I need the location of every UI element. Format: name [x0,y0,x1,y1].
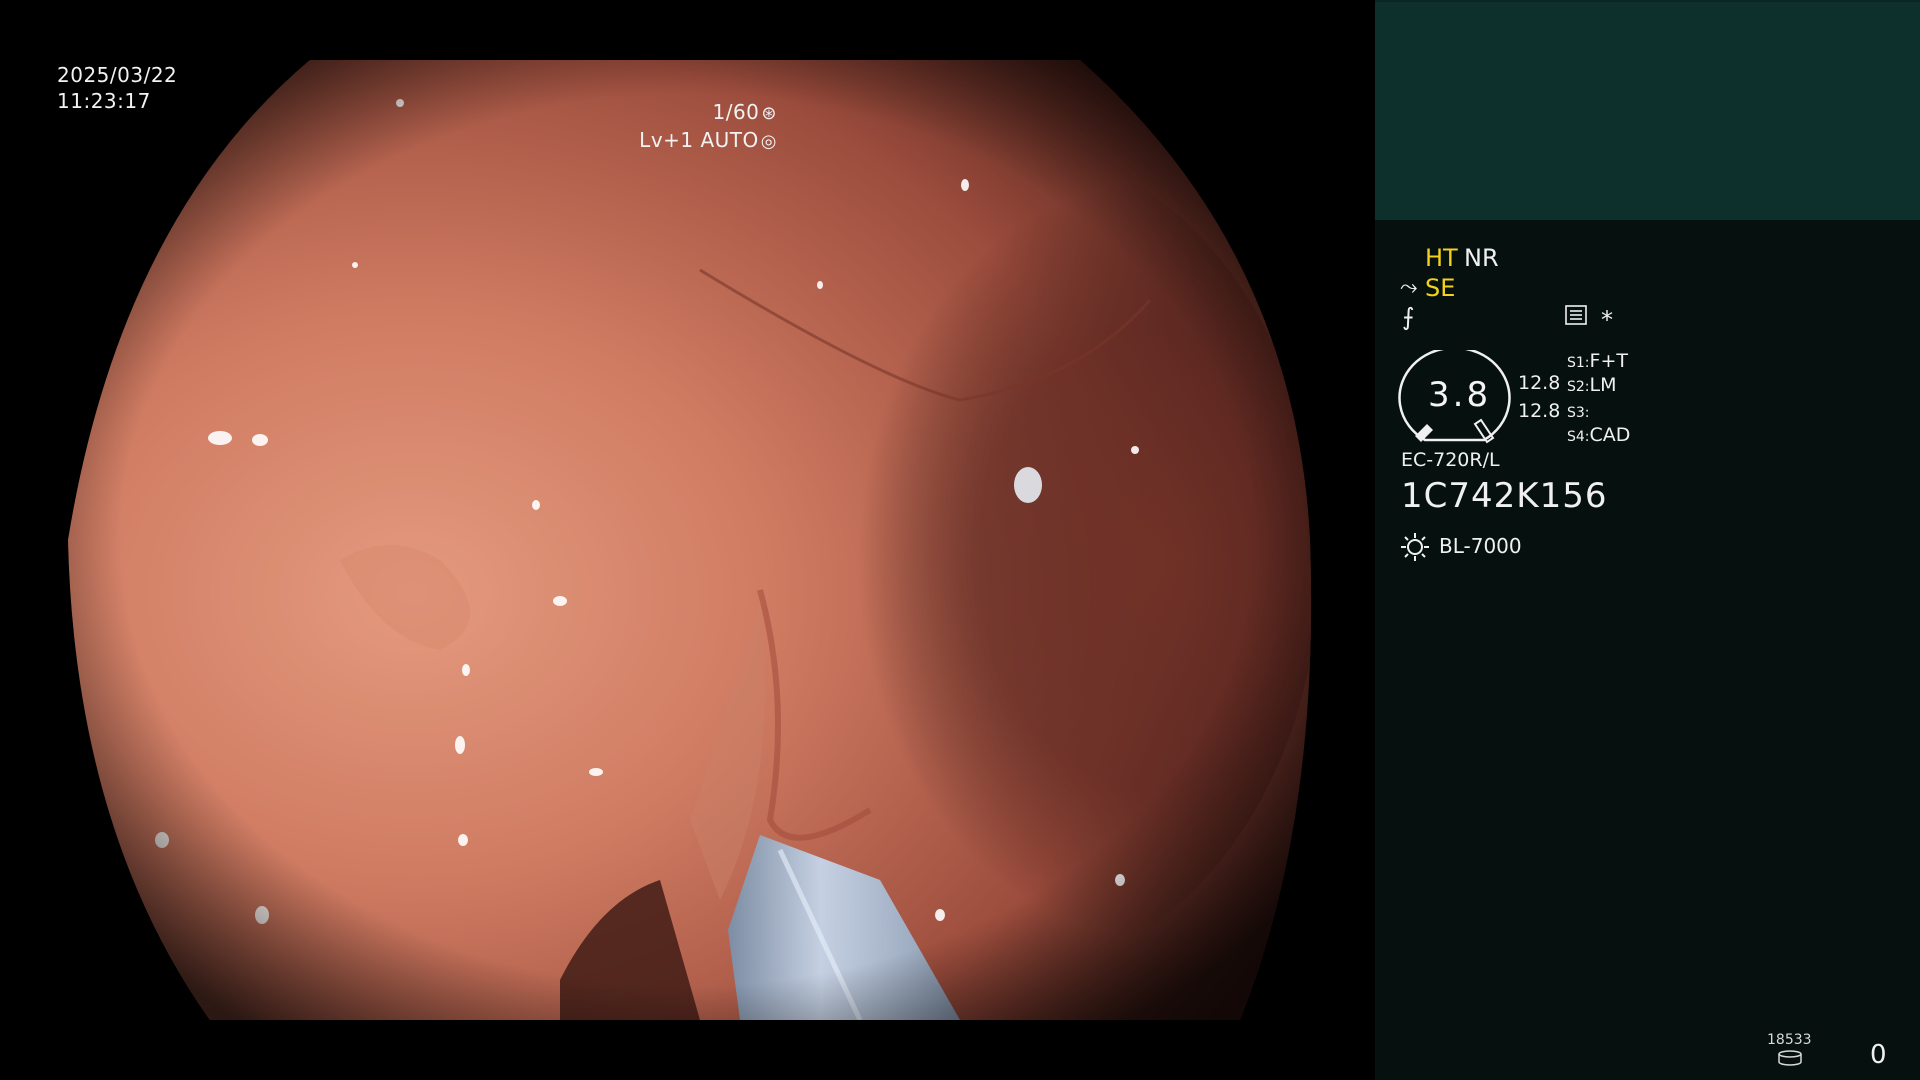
panel-header-area [1375,0,1920,220]
status-panel: HT NR ⤳ SE ⨍ * 3.8 12.8 12.8 S1:F+T S2:L… [1375,0,1920,1080]
signal-wave-icon: ⨍ [1402,303,1415,331]
date-readout: 2025/03/22 [57,63,178,87]
scope-tip-icon: ⤳ [1400,275,1418,300]
sun-icon [1399,531,1431,567]
iris-icon: ◎ [760,131,777,152]
shutter-readout: 1/60 ⊛ [712,100,777,124]
slot-s3: S3: [1567,405,1590,421]
shutter-value: 1/60 [712,100,760,124]
aperture-icon: ⊛ [761,103,777,124]
scope-serial: 1C742K156 [1401,476,1608,516]
slot-s2: S2:LM [1567,374,1617,396]
endoscope-video: 2025/03/22 11:23:17 1/60 ⊛ Lv+1 AUTO ◎ [0,0,1375,1080]
list-icon [1565,305,1587,329]
scope-model: EC-720R/L [1401,449,1500,471]
se-indicator: SE [1425,274,1456,302]
slot-s4: S4:CAD [1567,424,1631,446]
brightness-level-readout: Lv+1 AUTO ◎ [639,128,777,152]
counter-readout: 0 [1870,1040,1887,1070]
record-count: 18533 [1767,1032,1812,1048]
value-readout-1: 12.8 [1518,372,1561,394]
value-readout-2: 12.8 [1518,400,1561,422]
level-value: Lv+1 AUTO [639,128,759,152]
disk-icon [1777,1050,1803,1070]
light-source-label: BL-7000 [1439,534,1522,558]
ht-indicator: HT [1425,244,1458,272]
asterisk-indicator: * [1601,306,1613,334]
time-readout: 11:23:17 [57,89,151,113]
slot-s1: S1:F+T [1567,350,1628,372]
nr-indicator: NR [1464,244,1499,272]
gauge-value: 3.8 [1428,375,1492,415]
endoscopic-image [68,60,1312,1020]
